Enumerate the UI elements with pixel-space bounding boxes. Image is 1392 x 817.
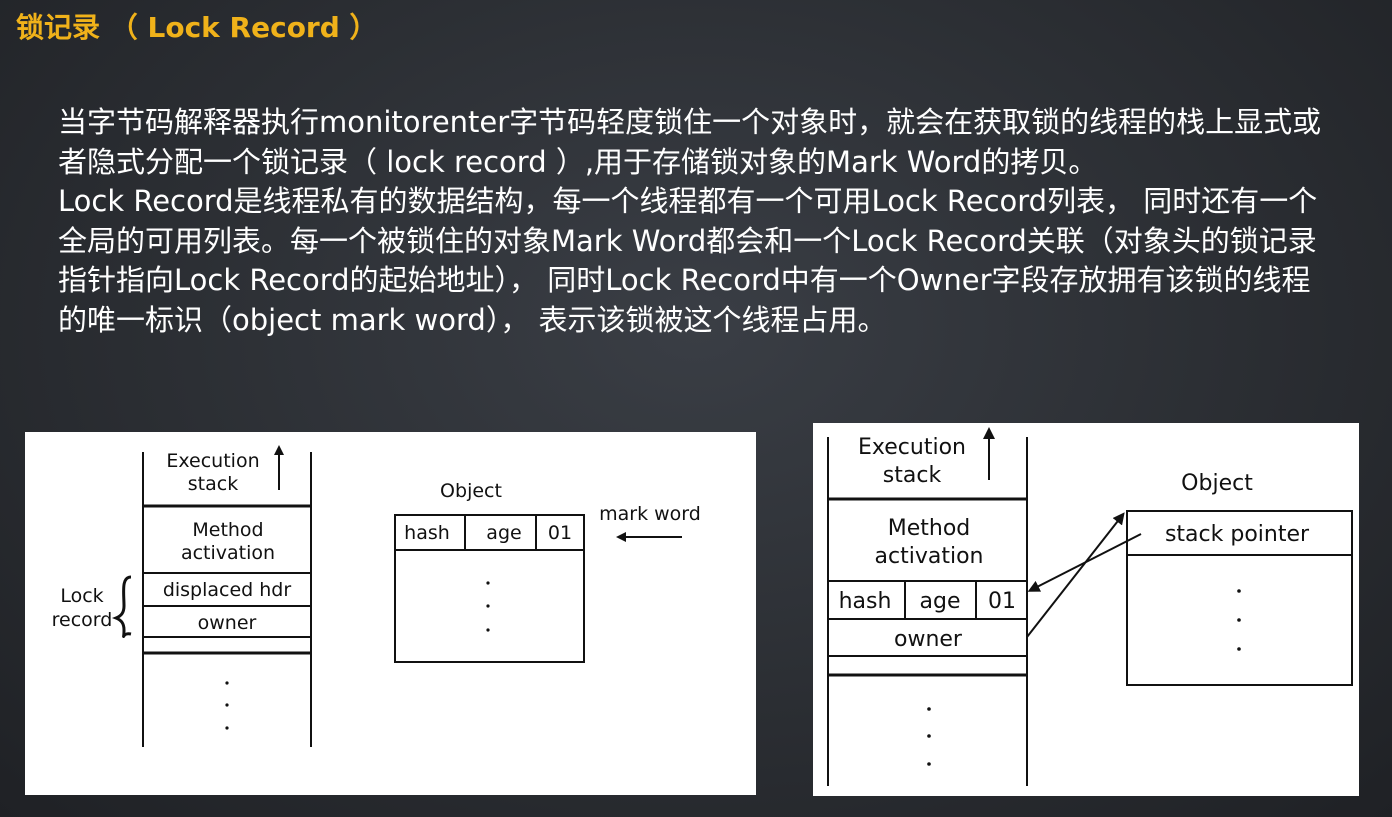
owner-to-object-arrow [1026, 512, 1125, 638]
stack-pointer-arrow [1027, 533, 1142, 592]
stack-pointer-field: stack pointer [1165, 522, 1310, 547]
slide-title: 锁记录 （ Lock Record ） [16, 11, 378, 44]
body-text: 当字节码解释器执行monitorenter字节码轻度锁住一个对象时，就会在获取锁… [58, 103, 1328, 340]
mark-word-label: mark word [599, 503, 701, 525]
paragraph-2: Lock Record是线程私有的数据结构，每一个线程都有一个可用Lock Re… [58, 184, 1318, 337]
hash-cell: hash [839, 589, 892, 614]
lock-bits-cell: 01 [988, 589, 1016, 614]
method-line2: activation [181, 542, 275, 564]
owner-field: owner [198, 612, 257, 634]
method-line1: Method [888, 516, 971, 541]
object-ellipsis [486, 581, 490, 632]
age-cell: age [486, 522, 521, 544]
method-line1: Method [192, 519, 263, 541]
object-ellipsis [1237, 589, 1241, 651]
stack-label-line1: Execution [166, 450, 259, 472]
lock-bits-cell: 01 [548, 522, 572, 544]
object-label: Object [440, 480, 502, 502]
lock-record-diagram-right: Execution stack Method activation hash a… [813, 423, 1359, 796]
age-cell: age [920, 589, 961, 614]
displaced-hdr-field: displaced hdr [163, 579, 292, 601]
paragraph-1: 当字节码解释器执行monitorenter字节码轻度锁住一个对象时，就会在获取锁… [58, 105, 1322, 179]
lock-label-line2: record [52, 609, 113, 631]
lock-label-line1: Lock [60, 585, 103, 607]
stack-label-line1: Execution [858, 435, 966, 460]
stack-ellipsis [927, 707, 931, 766]
stack-label-line2: stack [188, 473, 238, 495]
method-line2: activation [875, 544, 984, 569]
object-label: Object [1181, 471, 1253, 496]
stack-ellipsis [225, 681, 229, 730]
lock-record-brace [111, 575, 132, 638]
owner-field: owner [894, 627, 963, 652]
stack-label-line2: stack [883, 463, 942, 488]
hash-cell: hash [404, 522, 450, 544]
lock-record-diagram-left: Execution stack Method activation displa… [25, 432, 756, 795]
